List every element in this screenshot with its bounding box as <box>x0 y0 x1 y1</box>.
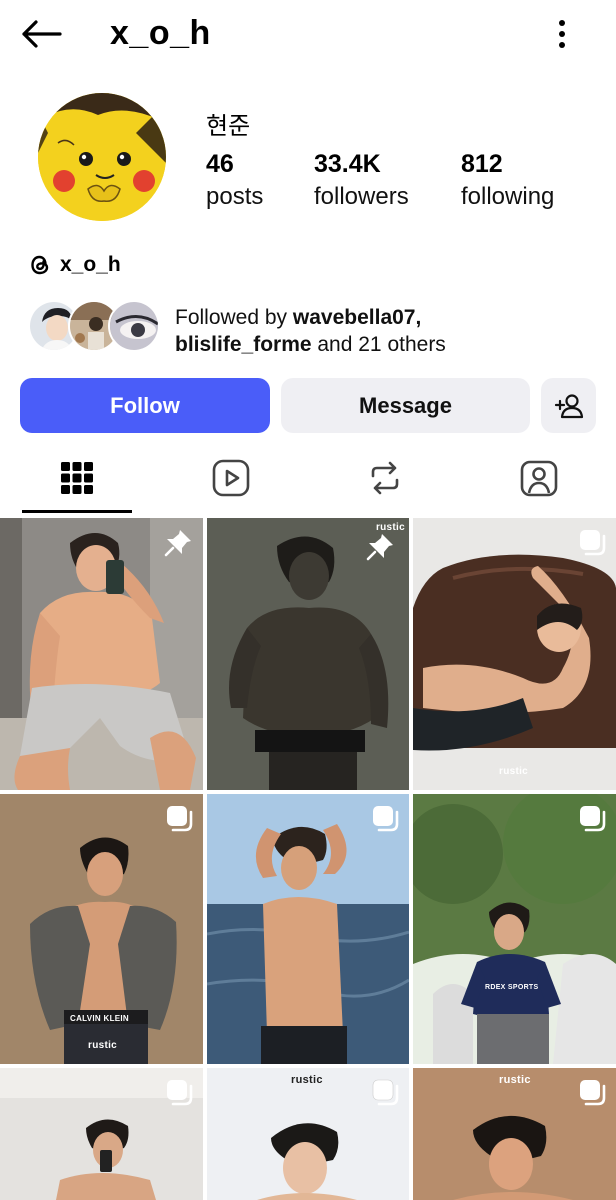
followed-by-suffix: and 21 others <box>311 333 446 356</box>
carousel-icon <box>373 806 399 832</box>
pikachu-avatar-image <box>38 93 166 221</box>
carousel-icon <box>167 1080 193 1106</box>
post-watermark: rustic <box>499 1074 531 1086</box>
profile-avatar[interactable] <box>38 93 166 221</box>
back-button[interactable] <box>18 14 64 54</box>
grid-post-1[interactable] <box>0 518 203 790</box>
stat-followers-count: 33.4K <box>314 150 381 178</box>
grid-post-2[interactable]: rustic <box>207 518 409 790</box>
post-image-mirror-selfie <box>0 518 203 790</box>
post-watermark: rustic <box>88 1040 118 1051</box>
post-image-denim-jacket <box>0 794 203 1064</box>
carousel-icon <box>580 530 606 556</box>
carousel-icon <box>580 806 606 832</box>
stat-following[interactable]: 812 following <box>461 150 554 211</box>
threads-handle: x_o_h <box>60 253 121 276</box>
stat-following-label: following <box>461 183 555 210</box>
grid-post-7[interactable] <box>0 1068 203 1200</box>
grid-post-8[interactable]: rustic <box>207 1068 409 1200</box>
stat-following-count: 812 <box>461 150 503 178</box>
add-user-icon <box>554 393 583 418</box>
message-button[interactable]: Message <box>281 378 530 433</box>
threads-icon <box>31 255 49 275</box>
followed-by-row[interactable]: Followed by wavebella07, blislife_forme … <box>28 298 608 358</box>
jersey-text: RDEX SPORTS <box>485 984 539 991</box>
grid-post-3[interactable]: rustic <box>413 518 616 790</box>
stat-followers-label: followers <box>314 183 409 210</box>
carousel-icon <box>372 1079 399 1106</box>
posts-grid: rustic rustic CALVIN KLEIN rustic RDEX S… <box>0 518 616 1200</box>
post-watermark: rustic <box>291 1074 323 1086</box>
follow-button[interactable]: Follow <box>20 378 270 433</box>
profile-username-title: x_o_h <box>110 14 211 52</box>
post-image-leather-sofa <box>413 518 616 790</box>
tab-tagged[interactable] <box>462 442 616 514</box>
followed-by-text: Followed by wavebella07, blislife_forme … <box>175 304 446 358</box>
stat-posts-label: posts <box>206 183 264 210</box>
top-bar: x_o_h <box>0 0 616 70</box>
carousel-icon <box>167 806 193 832</box>
grid-post-5[interactable] <box>207 794 409 1064</box>
arrow-left-icon <box>22 20 62 48</box>
profile-display-name: 현준 <box>206 113 251 140</box>
mutual-user-2[interactable]: blislife_forme <box>175 333 312 356</box>
tab-reels[interactable] <box>154 442 308 514</box>
repost-icon <box>371 461 399 495</box>
grid-post-6[interactable]: RDEX SPORTS <box>413 794 616 1064</box>
reels-icon <box>212 459 250 497</box>
grid-post-4[interactable]: CALVIN KLEIN rustic <box>0 794 203 1064</box>
grid-icon <box>61 462 93 494</box>
stat-posts-count: 46 <box>206 150 234 178</box>
post-watermark: rustic <box>499 766 529 777</box>
mutual-follower-avatar-3 <box>108 300 160 352</box>
threads-profile-link[interactable]: x_o_h <box>28 252 121 278</box>
stat-posts[interactable]: 46 posts <box>206 150 263 211</box>
mutual-user-1[interactable]: wavebella07, <box>293 306 421 329</box>
tab-posts-grid[interactable] <box>0 442 154 514</box>
stat-followers[interactable]: 33.4K followers <box>314 150 409 211</box>
carousel-icon <box>580 1080 606 1106</box>
pin-icon <box>366 534 393 561</box>
post-image-ocean <box>207 794 409 1064</box>
tab-reposts[interactable] <box>308 442 462 514</box>
more-vertical-icon <box>559 20 565 48</box>
followed-by-prefix: Followed by <box>175 306 293 329</box>
more-options-button[interactable] <box>544 14 580 54</box>
waistband-text: CALVIN KLEIN <box>70 1014 130 1023</box>
grid-post-9[interactable]: rustic <box>413 1068 616 1200</box>
active-tab-indicator <box>22 510 132 513</box>
pin-icon <box>164 530 191 557</box>
profile-tabs <box>0 442 616 514</box>
post-image-park-jersey <box>413 794 616 1064</box>
tagged-icon <box>520 460 558 497</box>
suggest-users-button[interactable] <box>541 378 596 433</box>
